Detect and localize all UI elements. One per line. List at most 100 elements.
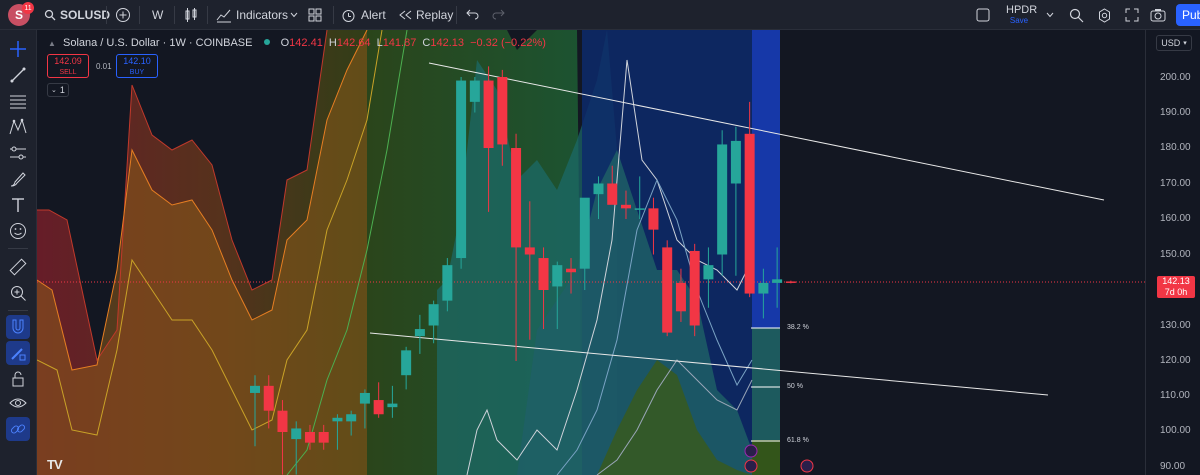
fib-label-618: 61.8 %: [787, 437, 809, 444]
indicators-toggle[interactable]: ⌄ 1: [47, 83, 69, 97]
event-marker-lightning[interactable]: [744, 444, 758, 458]
price-tick: 170.00: [1160, 178, 1191, 189]
open-label: O: [280, 37, 290, 49]
symbol-search[interactable]: SOLUSD: [44, 0, 110, 30]
sync-drawings-tool[interactable]: [6, 417, 30, 441]
indicators-button[interactable]: Indicators: [216, 0, 288, 30]
candle-body: [538, 258, 549, 290]
last-price-label: 142.13 7d 0h: [1157, 276, 1195, 298]
square-icon: [976, 8, 990, 22]
low-value: 141.87: [382, 37, 417, 49]
candle-body: [744, 133, 755, 294]
candle-body: [291, 428, 302, 440]
layout-name-button[interactable]: HPDR Save: [1006, 4, 1038, 26]
redo-button[interactable]: [492, 0, 506, 30]
magnet-icon: [12, 319, 24, 334]
buy-price: 142.10: [123, 56, 151, 66]
candle-body: [662, 247, 673, 333]
event-marker-flag-2[interactable]: [800, 459, 814, 473]
candle-body: [442, 265, 453, 301]
layout-dropdown[interactable]: [1046, 0, 1054, 30]
lock-drawings-tool[interactable]: [6, 367, 30, 391]
chart-pane[interactable]: [37, 30, 1145, 475]
candle-body: [607, 183, 618, 205]
compare-symbol-button[interactable]: [115, 0, 131, 30]
stay-in-drawing-mode-tool[interactable]: [6, 341, 30, 365]
text-tool[interactable]: [6, 193, 30, 217]
symbol-description[interactable]: Solana / U.S. Dollar · 1W · COINBASE: [63, 37, 253, 49]
collapse-icon[interactable]: ▲: [48, 39, 56, 48]
ruler-icon: [9, 258, 27, 276]
link-icon: [10, 424, 26, 434]
currency-label: USD: [1161, 38, 1181, 48]
zoom-in-tool[interactable]: [6, 281, 30, 305]
trend-line-tool[interactable]: [6, 63, 30, 87]
hide-drawings-tool[interactable]: [6, 391, 30, 415]
fullscreen-button[interactable]: [1125, 0, 1139, 30]
pattern-tool[interactable]: [6, 115, 30, 139]
price-tick: 180.00: [1160, 142, 1191, 153]
chart-type-button[interactable]: [184, 0, 198, 30]
candle-body: [469, 80, 480, 102]
grid-icon: [308, 8, 322, 22]
buy-button[interactable]: 142.10 BUY: [116, 54, 158, 78]
market-status-dot: [263, 39, 270, 45]
price-axis[interactable]: USD ▾ 200.00 190.00 180.00 170.00 160.00 …: [1145, 30, 1200, 475]
layout-templates-button[interactable]: [308, 0, 322, 30]
trend-line-icon: [10, 67, 26, 83]
gear-icon: [1099, 7, 1110, 23]
change-value: −0.32 (−0.22%): [470, 37, 546, 49]
fib-tool[interactable]: [6, 89, 30, 113]
drawing-toolbar: [0, 30, 37, 475]
candle-body: [401, 350, 412, 376]
alarm-clock-icon: [342, 9, 355, 22]
crosshair-tool[interactable]: [6, 37, 30, 61]
prediction-tool[interactable]: [6, 141, 30, 165]
candle-body: [332, 417, 343, 422]
candle-body: [717, 144, 728, 255]
candle-body: [497, 77, 508, 145]
undo-icon: [466, 9, 479, 20]
tradingview-logo[interactable]: TV: [47, 456, 71, 472]
candle-body: [730, 140, 741, 184]
indicators-icon: [216, 9, 231, 23]
event-marker-flag-1[interactable]: [744, 459, 758, 473]
quick-search-button[interactable]: [1069, 0, 1084, 30]
sell-button[interactable]: 142.09 SELL: [47, 54, 89, 78]
settings-button[interactable]: [1097, 0, 1112, 30]
high-value: 142.64: [336, 37, 371, 49]
brush-tool[interactable]: [6, 167, 30, 191]
indicators-dropdown[interactable]: [290, 0, 298, 30]
indicators-label: Indicators: [236, 8, 289, 22]
price-chart[interactable]: [37, 30, 1145, 475]
candle-body: [703, 265, 714, 280]
candle-body: [524, 247, 535, 255]
buy-label: BUY: [129, 69, 145, 76]
publish-button[interactable]: Pub: [1176, 4, 1200, 26]
interval-button[interactable]: W: [152, 0, 163, 30]
candle-body: [277, 410, 288, 432]
layout-name: HPDR: [1006, 4, 1038, 16]
indicator-count: 1: [59, 85, 65, 95]
measure-tool[interactable]: [6, 255, 30, 279]
replay-button[interactable]: Replay: [398, 0, 453, 30]
candle-body: [566, 268, 577, 273]
candle-body: [304, 432, 315, 443]
text-icon: [12, 198, 24, 212]
candle-body: [346, 414, 357, 422]
fib-label-50: 50 %: [787, 383, 803, 390]
snapshot-button[interactable]: [1150, 0, 1166, 30]
magnet-tool[interactable]: [6, 315, 30, 339]
candle-body: [318, 432, 329, 443]
candle-body: [387, 403, 398, 408]
rewind-icon: [399, 10, 412, 20]
emoji-tool[interactable]: [6, 219, 30, 243]
currency-selector[interactable]: USD ▾: [1156, 35, 1192, 51]
smiley-icon: [10, 223, 26, 239]
candle-body: [263, 385, 274, 411]
undo-button[interactable]: [465, 0, 479, 30]
alert-button[interactable]: Alert: [341, 0, 386, 30]
redo-icon: [492, 9, 505, 20]
chevron-up-icon: ⌄: [51, 87, 57, 94]
layout-toggle-button[interactable]: [976, 0, 990, 30]
